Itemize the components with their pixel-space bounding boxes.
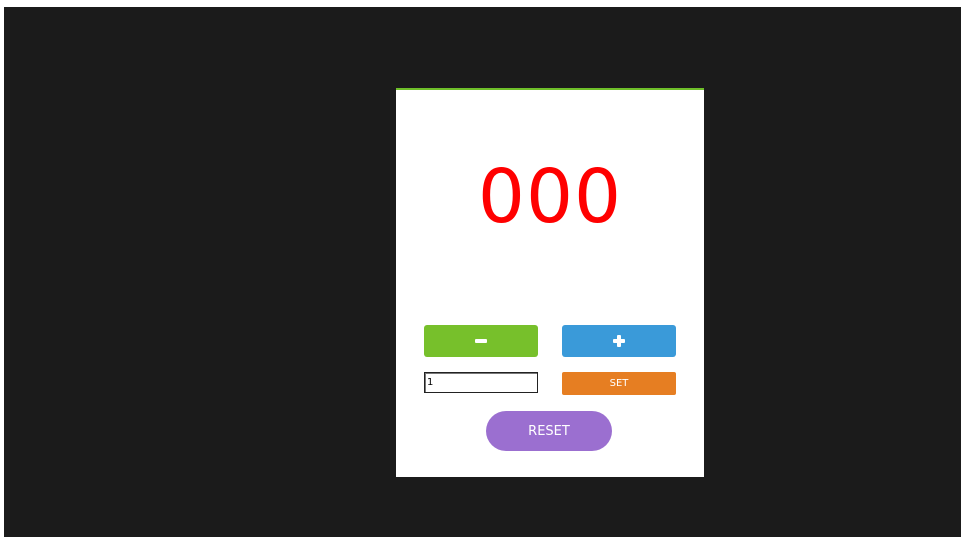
decrement-button[interactable] — [424, 325, 538, 357]
counter-display: 000 — [477, 154, 623, 240]
reset-button[interactable]: RESET — [486, 411, 612, 451]
plus-icon — [613, 335, 625, 347]
step-input[interactable] — [424, 372, 538, 393]
set-button[interactable]: SET — [562, 372, 676, 395]
counter-card: 000 SET RESET — [396, 88, 704, 477]
app-background: 000 SET RESET — [4, 7, 961, 537]
increment-button[interactable] — [562, 325, 676, 357]
minus-icon — [475, 339, 487, 343]
